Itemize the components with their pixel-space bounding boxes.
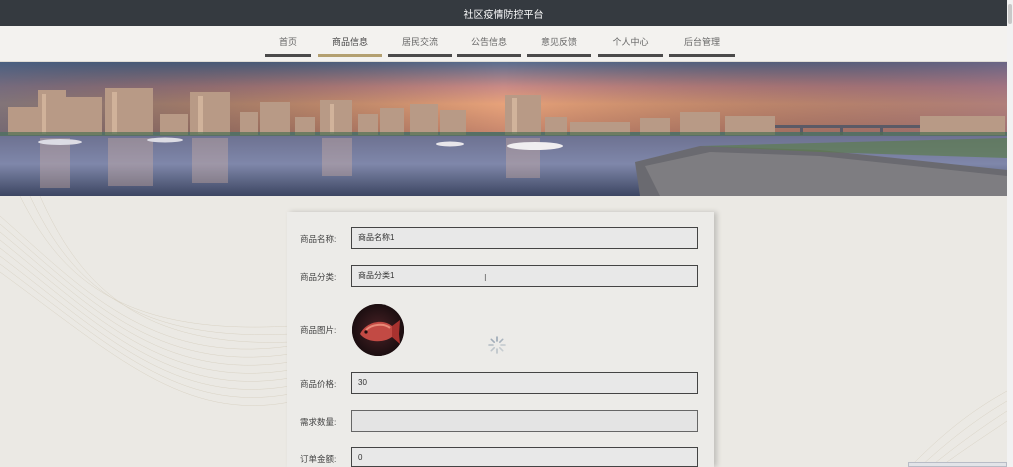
nav-underline [527, 54, 591, 57]
city-waterfront-banner [0, 62, 1007, 196]
nav-item-profile[interactable]: 个人中心 [598, 35, 663, 57]
nav-item-label: 商品信息 [331, 37, 368, 47]
nav-item-admin[interactable]: 后台管理 [669, 35, 735, 57]
page-scrollbar[interactable] [1007, 0, 1013, 467]
nav-item-label: 意见反馈 [540, 37, 577, 47]
nav-underline [457, 54, 521, 57]
nav-item-label: 公告信息 [470, 37, 507, 47]
top-header-bar: 社区疫情防控平台 [0, 0, 1007, 26]
nav-item-label: 个人中心 [612, 37, 649, 47]
main-nav: 首页 商品信息 居民交流 公告信息 意见反馈 个人中心 后台管理 [0, 26, 1007, 62]
corner-overlay [908, 462, 1007, 467]
nav-item-feedback[interactable]: 意见反馈 [527, 35, 591, 57]
nav-item-label: 首页 [278, 37, 297, 47]
nav-item-notices[interactable]: 公告信息 [457, 35, 521, 57]
product-price-field[interactable]: 30 [351, 372, 698, 394]
product-name-field[interactable]: 商品名称1 [351, 227, 698, 249]
product-category-field[interactable]: 商品分类1 [351, 265, 698, 287]
nav-underline [265, 54, 311, 57]
quantity-field[interactable] [351, 410, 698, 432]
nav-item-label: 后台管理 [683, 37, 720, 47]
nav-item-label: 居民交流 [401, 37, 438, 47]
nav-item-products[interactable]: 商品信息 [318, 35, 382, 57]
text-cursor-icon: I [484, 273, 487, 284]
nav-underline [669, 54, 735, 57]
product-image[interactable] [352, 304, 404, 356]
product-image-label: 商品图片: [300, 325, 337, 335]
nav-item-home[interactable]: 首页 [265, 35, 311, 57]
nav-underline [388, 54, 452, 57]
site-title: 社区疫情防控平台 [463, 9, 544, 21]
loading-spinner-icon [487, 335, 507, 355]
product-detail-form: 商品名称: 商品名称1 商品分类: 商品分类1 I 商品图片: 商品价格: 30… [287, 212, 714, 467]
scrollbar-thumb[interactable] [1008, 4, 1012, 24]
nav-underline [598, 54, 663, 57]
nav-underline-active [318, 54, 382, 57]
order-total-field[interactable]: 0 [351, 447, 698, 467]
nav-item-residents[interactable]: 居民交流 [388, 35, 452, 57]
